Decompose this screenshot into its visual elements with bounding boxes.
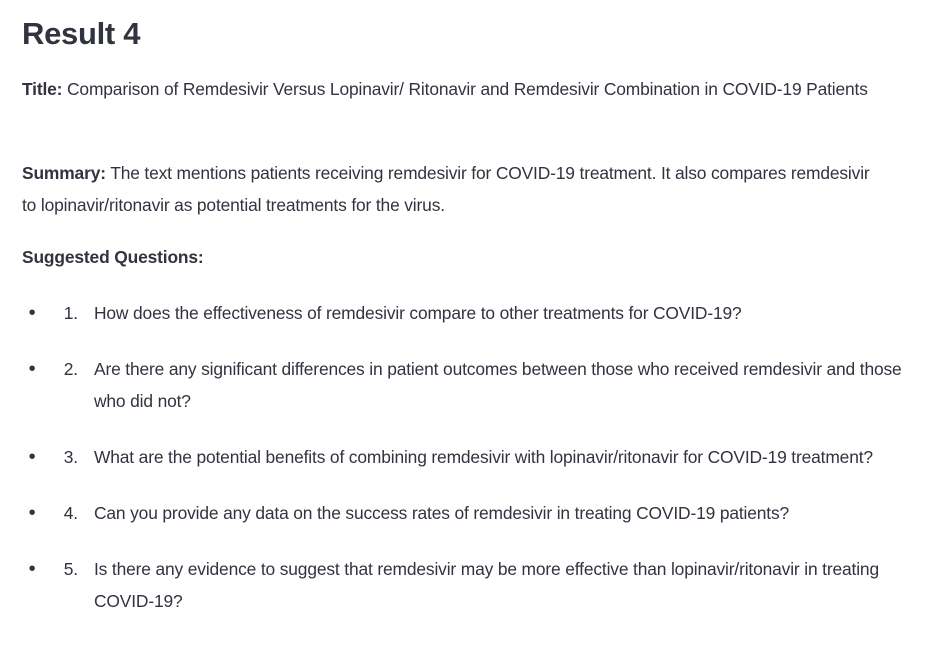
result-heading: Result 4: [22, 16, 141, 51]
question-number: 5.: [63, 559, 78, 579]
question-number: 4.: [63, 503, 78, 523]
question-number: 3.: [63, 447, 78, 467]
question-text: How does the effectiveness of remdesivir…: [94, 303, 742, 323]
title-text: Comparison of Remdesivir Versus Lopinavi…: [62, 79, 868, 99]
summary-label: Summary:: [22, 163, 106, 183]
bullet-icon: •: [28, 302, 36, 324]
suggested-questions-heading: Suggested Questions:: [22, 241, 204, 273]
question-number: 1.: [63, 303, 78, 323]
question-item: • 1. How does the effectiveness of remdesi…: [22, 297, 907, 329]
result-summary: Summary: The text mentions patients rece…: [22, 157, 882, 221]
question-text: Are there any significant differences in…: [94, 359, 902, 411]
bullet-icon: •: [28, 502, 36, 524]
bullet-icon: •: [28, 358, 36, 380]
result-title: Title: Comparison of Remdesivir Versus L…: [22, 73, 902, 105]
question-text: Can you provide any data on the success …: [94, 503, 790, 523]
bullet-icon: •: [28, 558, 36, 580]
question-item: • 5. Is there any evidence to suggest that…: [22, 553, 907, 617]
question-item: • 3. What are the potential benefits of co…: [22, 441, 907, 473]
title-label: Title:: [22, 79, 63, 99]
bullet-icon: •: [28, 446, 36, 468]
question-text: Is there any evidence to suggest that re…: [94, 559, 879, 611]
question-item: • 2. Are there any significant differences…: [22, 353, 907, 417]
question-number: 2.: [63, 359, 78, 379]
question-item: • 4. Can you provide any data on the succe…: [22, 497, 907, 529]
summary-text: The text mentions patients receiving rem…: [22, 163, 870, 215]
suggested-questions-label: Suggested Questions:: [22, 247, 204, 267]
question-text: What are the potential benefits of combi…: [94, 447, 873, 467]
suggested-questions-list: • 1. How does the effectiveness of remdesi…: [22, 297, 907, 641]
